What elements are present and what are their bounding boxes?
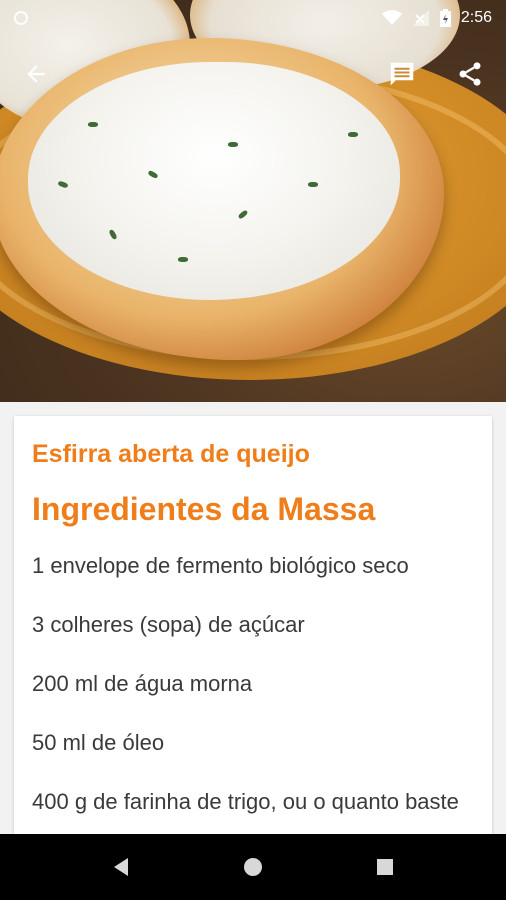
navigation-bar xyxy=(0,834,506,900)
battery-icon xyxy=(439,9,451,27)
herb-fleck xyxy=(308,182,318,187)
ingredient-item: 400 g de farinha de trigo, ou o quanto b… xyxy=(32,789,459,814)
herb-fleck xyxy=(57,180,69,189)
herb-fleck xyxy=(348,132,358,137)
circle-indicator-icon xyxy=(14,11,28,25)
recents-square-icon xyxy=(377,859,393,875)
ingredient-item: 1 envelope de fermento biológico seco xyxy=(32,553,409,578)
nav-back-button[interactable] xyxy=(106,852,136,882)
signal-icon xyxy=(412,10,429,26)
herb-fleck xyxy=(178,257,188,262)
herb-fleck xyxy=(108,228,118,241)
back-triangle-icon xyxy=(114,858,128,876)
home-circle-icon xyxy=(244,858,262,876)
comments-icon xyxy=(390,62,414,86)
herb-fleck xyxy=(237,209,249,220)
ingredient-item: 50 ml de óleo xyxy=(32,730,165,755)
nav-recents-button[interactable] xyxy=(370,852,400,882)
wifi-icon xyxy=(381,10,402,25)
ingredient-item: 200 ml de água morna xyxy=(32,671,253,696)
recipe-title: Esfirra aberta de queijo xyxy=(32,440,310,468)
ingredient-item: 3 colheres (sopa) de açúcar xyxy=(32,612,305,637)
arrow-back-icon xyxy=(27,65,45,83)
share-icon xyxy=(459,62,481,86)
status-time: 2:56 xyxy=(460,9,492,26)
herb-fleck xyxy=(228,142,238,147)
comments-button[interactable] xyxy=(382,54,422,94)
nav-home-button[interactable] xyxy=(238,852,268,882)
recipe-card: Esfirra aberta de queijo Ingredientes da… xyxy=(14,416,492,856)
back-button[interactable] xyxy=(16,54,56,94)
herb-fleck xyxy=(88,122,98,127)
herb-fleck xyxy=(147,169,159,180)
app-toolbar xyxy=(0,46,506,102)
share-button[interactable] xyxy=(450,54,490,94)
status-bar: 2:56 xyxy=(0,0,506,36)
section-title: Ingredientes da Massa xyxy=(32,491,376,527)
